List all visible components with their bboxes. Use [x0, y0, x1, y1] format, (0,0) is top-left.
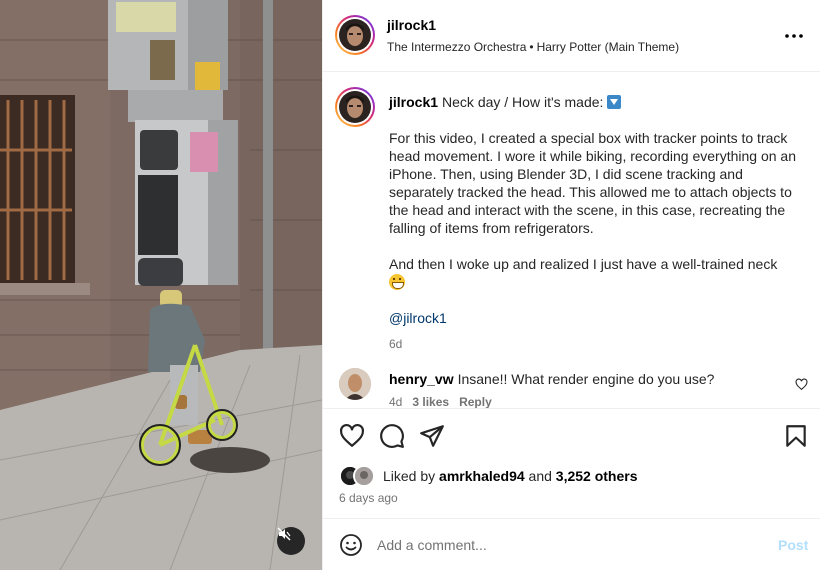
speaker-muted-icon	[277, 527, 291, 541]
comment-icon	[380, 424, 404, 448]
post-header: jilrock1 The Intermezzo Orchestra • Harry …	[323, 0, 820, 72]
down-arrow-emoji-icon	[607, 95, 622, 109]
comments-section[interactable]: jilrock1 Neck day / How it's made: For th…	[323, 73, 820, 408]
comment-body: Insane!! What render engine do you use?	[457, 371, 715, 387]
save-button[interactable]	[783, 423, 809, 449]
share-button[interactable]	[419, 423, 445, 449]
comment-meta: 4d 3 likes Reply	[389, 395, 502, 408]
video-frame-image	[0, 0, 322, 570]
caption-title: Neck day / How it's made:	[442, 94, 604, 110]
comment-reply-button[interactable]: Reply	[459, 395, 492, 408]
post-video[interactable]	[0, 0, 322, 570]
post-detail-panel: jilrock1 The Intermezzo Orchestra • Harry …	[322, 0, 820, 570]
caption-avatar[interactable]	[335, 87, 375, 127]
caption-paragraph-1: For this video, I created a special box …	[389, 130, 796, 236]
heart-icon	[340, 423, 364, 447]
author-username[interactable]: jilrock1	[387, 17, 436, 33]
audio-separator: •	[529, 40, 534, 54]
mute-button[interactable]	[277, 527, 305, 555]
like-button[interactable]	[339, 423, 365, 449]
caption-username[interactable]: jilrock1	[389, 94, 438, 110]
caption-avatar-image	[339, 91, 371, 123]
audio-attribution: The Intermezzo Orchestra • Harry Potter (M…	[387, 40, 679, 54]
post-actions: Liked by amrkhaled94 and 3,252 others 6 …	[323, 408, 820, 518]
commenter-avatar-image	[339, 368, 371, 400]
post-timestamp[interactable]: 6 days ago	[339, 491, 398, 505]
comment-button[interactable]	[379, 423, 405, 449]
caption-mention-link[interactable]: @jilrock1	[389, 310, 447, 326]
author-avatar-image	[339, 19, 371, 51]
comment-likes[interactable]: 3 likes	[412, 395, 449, 408]
liker-avatar[interactable]	[353, 465, 375, 487]
likes-others-link[interactable]: 3,252 others	[556, 468, 638, 484]
comment-item: henry_vw Insane!! What render engine do y…	[339, 368, 809, 408]
likes-text: Liked by amrkhaled94 and 3,252 others	[383, 468, 638, 484]
bookmark-icon	[786, 425, 806, 447]
more-horizontal-icon	[785, 34, 803, 38]
comment-username[interactable]: henry_vw	[389, 371, 454, 387]
comment-like-heart-icon[interactable]	[795, 378, 808, 391]
audio-artist[interactable]: The Intermezzo Orchestra	[387, 40, 526, 54]
comment-age[interactable]: 4d	[389, 395, 402, 408]
post-comment-button[interactable]: Post	[778, 537, 808, 553]
likes-conjunction: and	[528, 468, 552, 484]
caption-body: jilrock1 Neck day / How it's made: For th…	[389, 93, 801, 353]
commenter-avatar[interactable]	[339, 368, 371, 400]
first-liker-link[interactable]: amrkhaled94	[439, 468, 525, 484]
comment-text: henry_vw Insane!! What render engine do y…	[389, 371, 714, 387]
audio-track[interactable]: Harry Potter (Main Theme)	[537, 40, 679, 54]
caption-age[interactable]: 6d	[389, 335, 801, 353]
smiley-icon	[340, 534, 362, 556]
grin-emoji-icon	[389, 274, 405, 290]
likes-prefix: Liked by	[383, 468, 436, 484]
paper-plane-icon	[420, 425, 444, 447]
caption-paragraph-2: And then I woke up and realized I just h…	[389, 255, 801, 291]
likes-summary: Liked by amrkhaled94 and 3,252 others	[339, 465, 809, 487]
comment-composer: Post	[323, 518, 820, 570]
liker-avatar-image	[355, 467, 373, 485]
comment-input[interactable]	[377, 533, 757, 557]
emoji-picker-button[interactable]	[339, 533, 363, 557]
author-avatar[interactable]	[335, 15, 375, 55]
more-options-button[interactable]	[783, 26, 805, 46]
caption-paragraph-2-text: And then I woke up and realized I just h…	[389, 256, 778, 272]
